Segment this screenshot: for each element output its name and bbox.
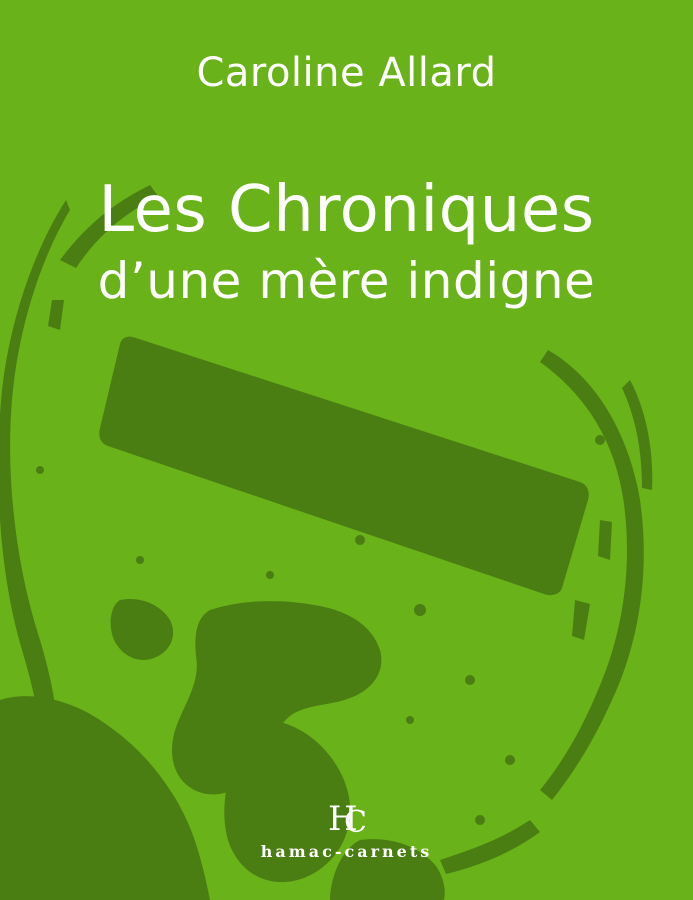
book-title-line-1: Les Chroniques [98,173,595,247]
sign-bar [99,336,589,596]
publisher-logo-icon: H C [328,799,367,838]
publisher-block: H C hamac-carnets [0,798,693,861]
author-name: Caroline Allard [196,50,497,96]
book-title-line-2: d’une mère indigne [97,252,596,310]
book-cover: Caroline Allard Les Chroniques d’une mèr… [0,0,693,900]
book-title: Les Chroniques d’une mère indigne [0,178,693,306]
no-entry-sign-artwork [0,185,653,900]
publisher-name: hamac-carnets [260,842,433,861]
svg-text:C: C [344,805,367,838]
